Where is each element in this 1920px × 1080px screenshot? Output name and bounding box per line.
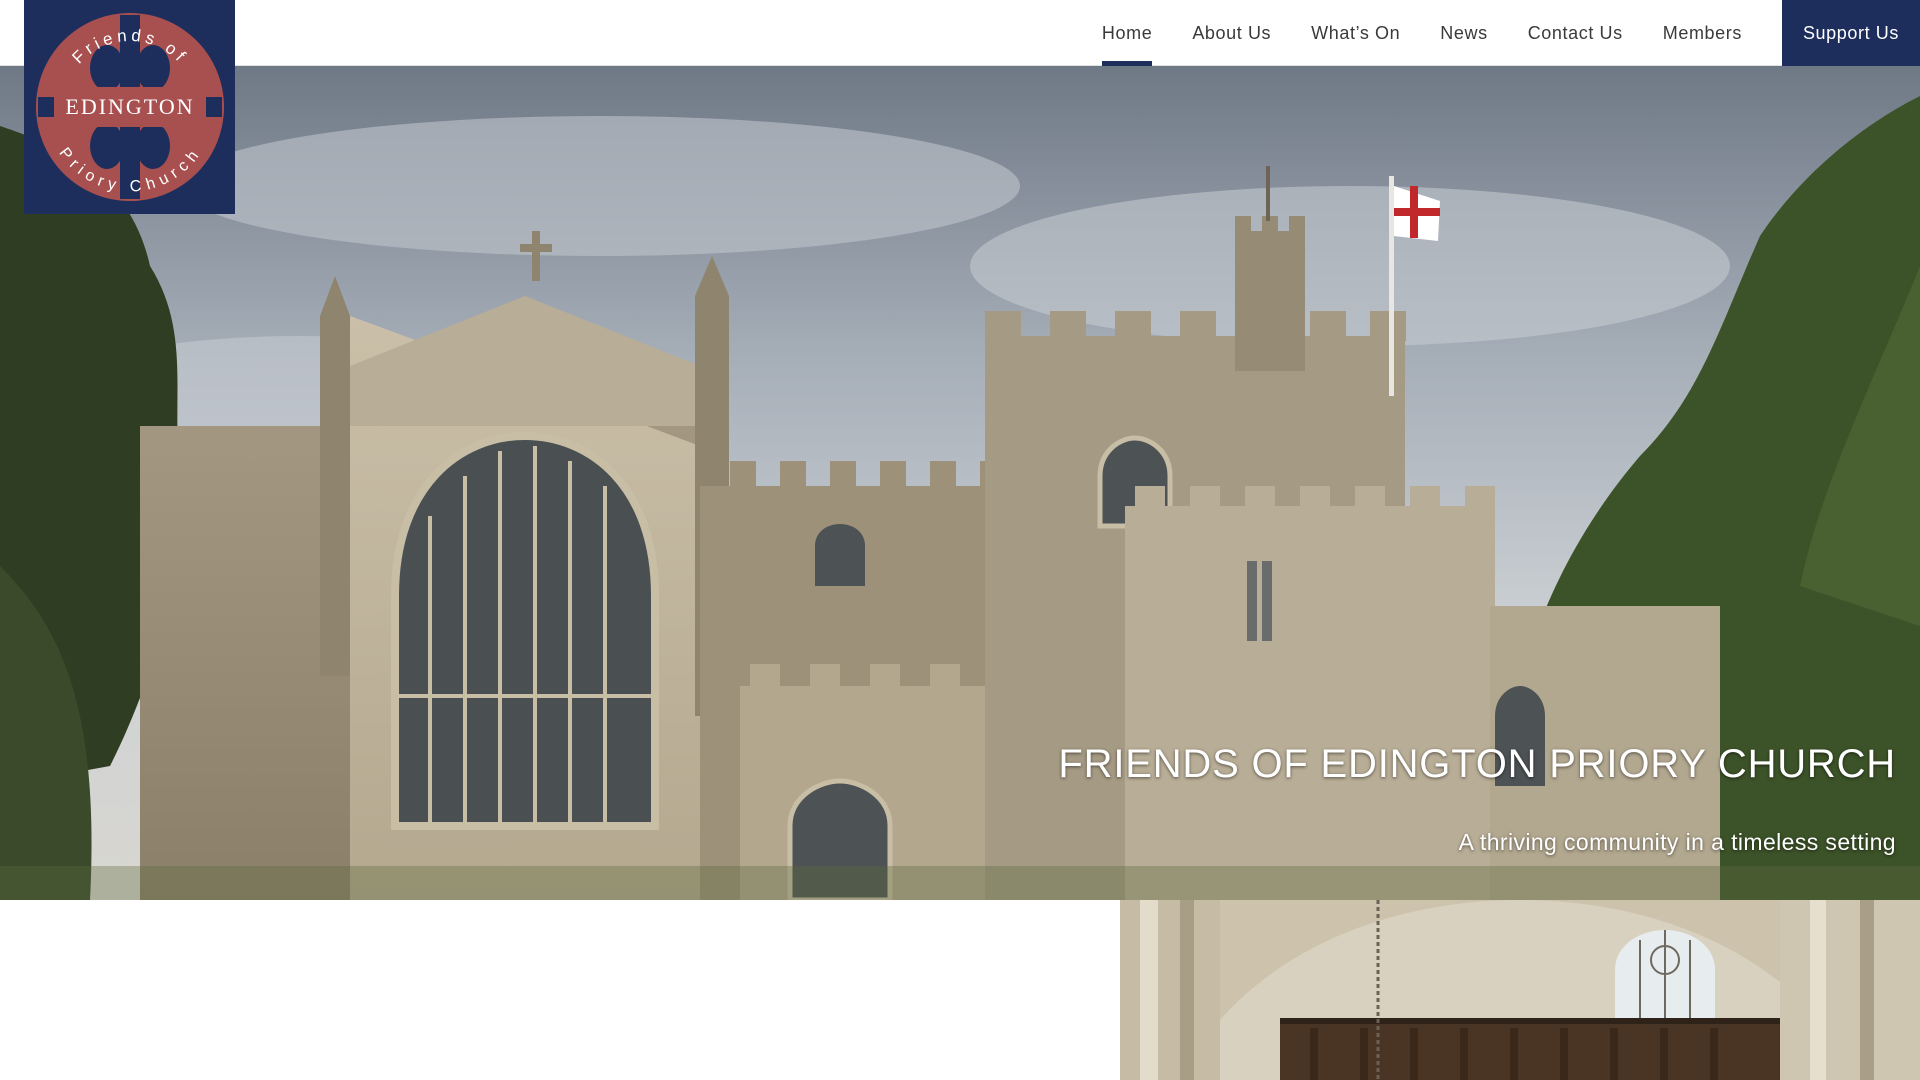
hero-banner: FRIENDS OF EDINGTON PRIORY CHURCH A thri… — [0, 66, 1920, 900]
hero-subtitle: A thriving community in a timeless setti… — [1458, 829, 1896, 855]
main-nav: Home About Us What’s On News Contact Us … — [1082, 0, 1920, 66]
hero-text: FRIENDS OF EDINGTON PRIORY CHURCH A thri… — [1058, 742, 1896, 856]
site-header: Home About Us What’s On News Contact Us … — [0, 0, 1920, 66]
nav-news[interactable]: News — [1420, 0, 1507, 66]
nav-contact-us[interactable]: Contact Us — [1508, 0, 1643, 66]
nav-about-us[interactable]: About Us — [1172, 0, 1291, 66]
site-logo[interactable]: EDINGTON Friends of Priory Church — [24, 0, 235, 214]
nav-home[interactable]: Home — [1082, 0, 1172, 66]
nav-whats-on[interactable]: What’s On — [1291, 0, 1420, 66]
nav-members[interactable]: Members — [1643, 0, 1762, 66]
support-us-button[interactable]: Support Us — [1781, 0, 1920, 66]
church-interior-photo — [1120, 900, 1920, 1080]
content-area — [0, 900, 1120, 1080]
hero-title: FRIENDS OF EDINGTON PRIORY CHURCH — [1058, 742, 1896, 786]
logo-middle-text: EDINGTON — [65, 94, 194, 119]
logo-emblem: EDINGTON Friends of Priory Church — [36, 13, 224, 201]
